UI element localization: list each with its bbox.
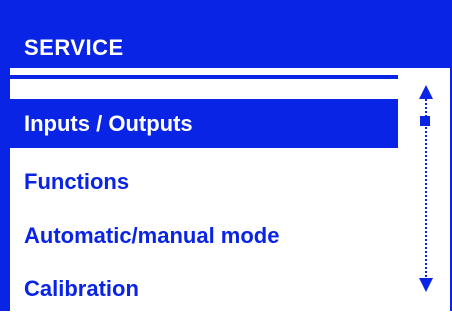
scroll-down-arrow-icon[interactable]	[419, 278, 433, 292]
header-divider	[10, 75, 398, 79]
menu-item-inputs-outputs[interactable]: Inputs / Outputs	[10, 99, 398, 148]
menu-item-calibration[interactable]: Calibration	[10, 264, 398, 313]
service-screen: SERVICE Inputs / Outputs Functions Autom…	[0, 0, 452, 311]
scroll-thumb[interactable]	[420, 116, 430, 126]
menu-item-automatic-manual-mode[interactable]: Automatic/manual mode	[10, 211, 398, 260]
scroll-up-arrow-icon[interactable]	[419, 85, 433, 99]
menu-item-functions[interactable]: Functions	[10, 157, 398, 206]
page-title: SERVICE	[24, 35, 124, 60]
left-border	[0, 68, 10, 311]
header-bar: SERVICE	[0, 0, 452, 68]
scrollbar[interactable]	[398, 68, 450, 311]
